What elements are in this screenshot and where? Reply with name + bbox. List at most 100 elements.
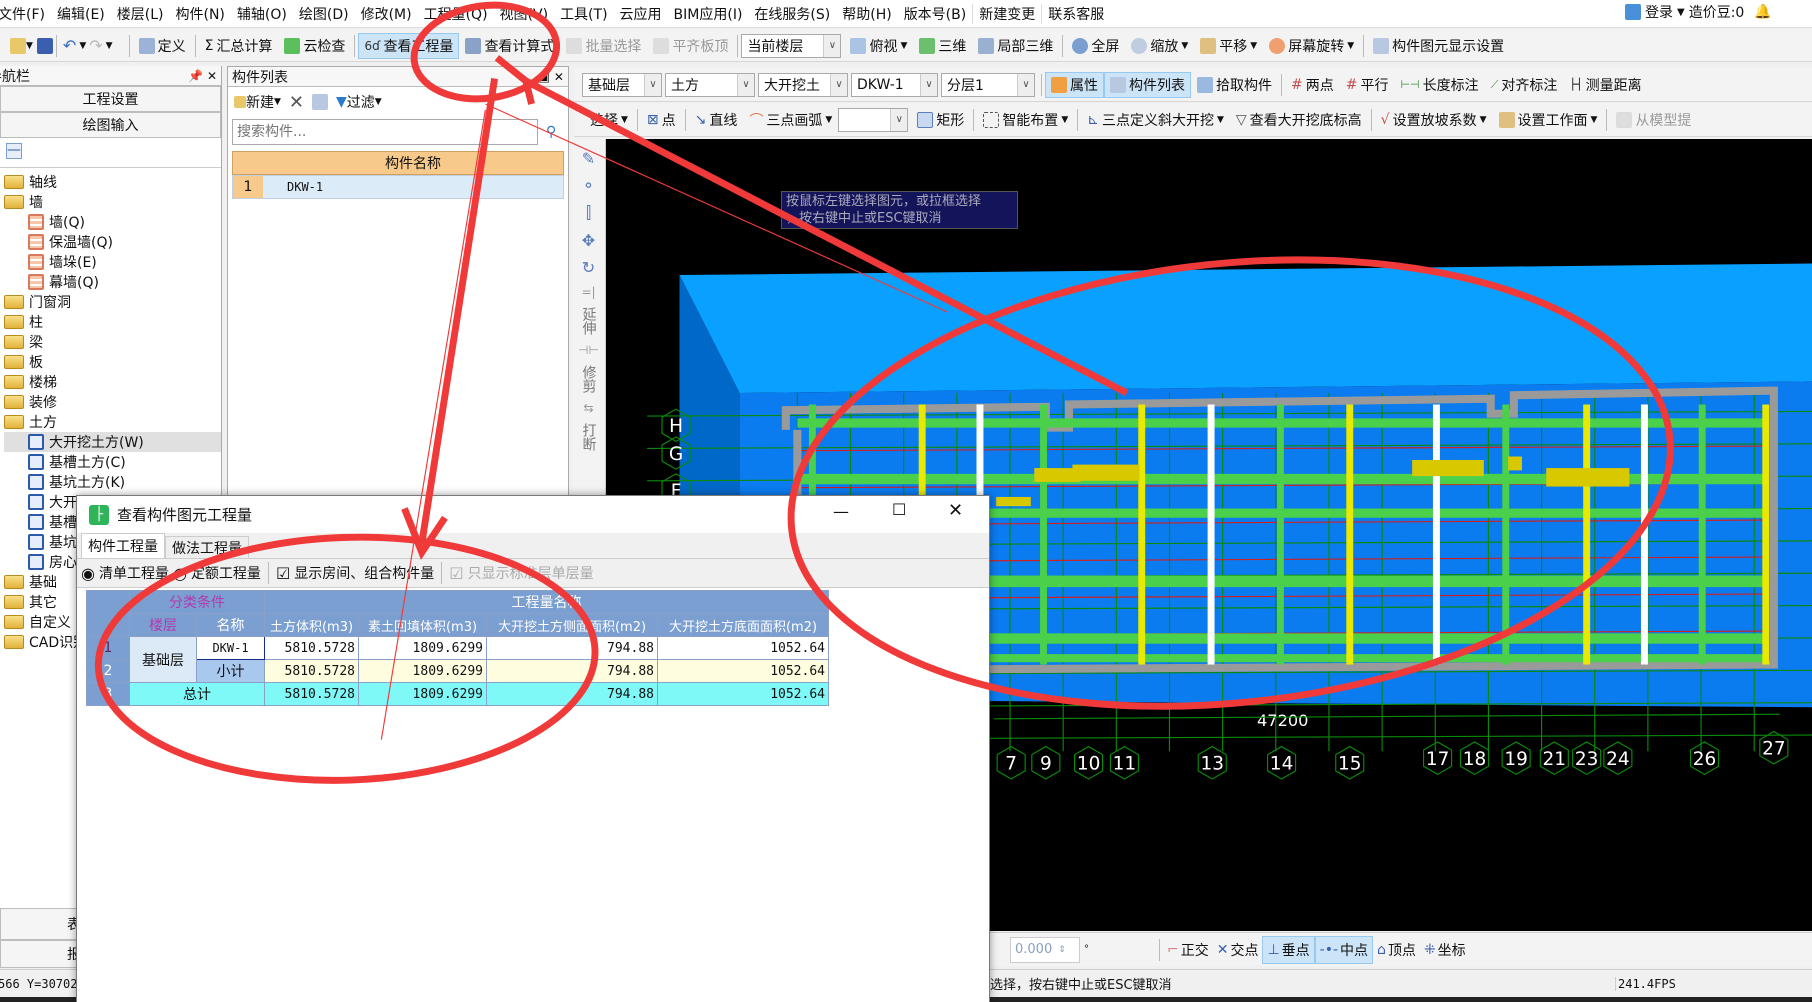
pan-button[interactable]: 平移 ▼ <box>1194 33 1263 59</box>
work-face-button[interactable]: 设置工作面 ▼ <box>1493 107 1604 133</box>
parallel-button[interactable]: # 平行 <box>1340 72 1395 98</box>
menu-item[interactable]: 版本号(B) <box>898 4 973 24</box>
filter-button[interactable]: ▼ 过滤 ▼ <box>336 92 382 112</box>
tree-item[interactable]: 轴线 <box>4 172 221 192</box>
brush-icon[interactable]: ✎ <box>582 149 595 168</box>
collapse-all-icon[interactable]: — <box>6 143 22 159</box>
table-row[interactable]: 1 基础层 DKW-1 5810.5728 1809.6299 794.88 1052.6… <box>86 636 829 683</box>
display-settings-button[interactable]: 构件图元显示设置 <box>1367 33 1510 59</box>
menu-item[interactable]: 在线服务(S) <box>748 4 836 24</box>
menu-item[interactable]: 联系客服 <box>1041 3 1110 24</box>
checkbox-std-floor[interactable]: ☑ <box>449 564 463 583</box>
coordinate-button[interactable]: ⁜ 坐标 <box>1420 936 1470 964</box>
batch-select-button[interactable]: 批量选择 <box>560 33 647 59</box>
tree-item[interactable]: 保温墙(Q) <box>4 232 221 252</box>
move-icon[interactable]: ✥ <box>582 231 595 250</box>
tab-method-quantity[interactable]: 做法工程量 <box>165 536 249 558</box>
layer-select[interactable]: 分层1 ∨ <box>941 72 1035 97</box>
close-icon[interactable]: ▣ ✕ <box>539 70 564 84</box>
vertex-button[interactable]: ⌂ 顶点 <box>1373 936 1420 964</box>
mirror-icon[interactable]: ⫿ <box>586 203 591 223</box>
view-formula-button[interactable]: 查看计算式 <box>459 33 560 59</box>
menu-item[interactable]: 修改(M) <box>355 4 418 24</box>
top-view-button[interactable]: 俯视 ▼ <box>844 33 913 59</box>
menu-item[interactable]: 工程量(Q) <box>418 4 494 24</box>
pin-icon[interactable]: 📌 ✕ <box>188 69 217 83</box>
tree-item[interactable]: 梁 <box>4 332 221 352</box>
login-link[interactable]: 登录 <box>1645 2 1673 22</box>
component-list-button[interactable]: 构件列表 <box>1104 71 1191 98</box>
partial-3d-button[interactable]: 局部三维 <box>972 33 1059 59</box>
new-component-button[interactable]: 新建 ▼ <box>234 92 281 112</box>
break-button[interactable]: 打断 <box>579 423 599 451</box>
floor-select[interactable]: 基础层 ∨ <box>582 72 662 97</box>
tree-item[interactable]: 土方 <box>4 412 221 432</box>
menu-item[interactable]: 绘图(D) <box>293 4 355 24</box>
menu-item[interactable]: 文件(F) <box>0 4 51 24</box>
project-settings-button[interactable]: 工程设置 <box>0 86 221 112</box>
close-button[interactable]: ✕ <box>948 500 963 521</box>
menu-item[interactable]: 楼层(L) <box>111 4 170 24</box>
redo-icon[interactable]: ↷ <box>89 36 102 55</box>
checkbox-show-room[interactable]: ☑ <box>276 564 290 583</box>
menu-item[interactable]: BIM应用(I) <box>668 4 749 24</box>
tree-item[interactable]: 大开挖土方(W) <box>4 432 221 452</box>
undo-icon[interactable]: ↶ <box>63 36 76 55</box>
menu-item[interactable]: 工具(T) <box>554 4 613 24</box>
smart-layout-button[interactable]: 智能布置 ▼ <box>977 107 1074 133</box>
spinner-icon[interactable]: ⇕ <box>1058 945 1066 955</box>
tree-item[interactable]: 装修 <box>4 392 221 412</box>
slope-excavation-button[interactable]: ⊾ 三点定义斜大开挖 ▼ <box>1081 107 1230 133</box>
measure-button[interactable]: ├┤ 测量距离 <box>1563 72 1647 98</box>
rotate-icon[interactable]: ↻ <box>582 258 595 277</box>
delete-icon[interactable]: ✕ <box>289 92 304 113</box>
angle-input[interactable]: 0.000 ⇕ <box>1010 936 1080 963</box>
select-button[interactable]: 选择 ▼ <box>584 107 634 133</box>
save-icon[interactable] <box>36 37 53 54</box>
bell-icon[interactable]: 🔔 <box>1754 4 1771 20</box>
table-row-subtotal[interactable]: 2 小计 5810.5728 1809.6299 794.88 1052.64 <box>86 659 829 683</box>
menu-item[interactable]: 帮助(H) <box>836 4 897 24</box>
arc-button[interactable]: ⌒ 三点画弧 ▼ <box>743 107 838 133</box>
rect-button[interactable]: 矩形 <box>911 107 970 133</box>
menu-item[interactable]: 视图(V) <box>494 4 555 24</box>
menu-item[interactable]: 云应用 <box>614 4 668 24</box>
zoom-button[interactable]: 缩放 ▼ <box>1125 33 1194 59</box>
menu-item[interactable]: 构件(N) <box>170 4 231 24</box>
component-search-input[interactable] <box>232 119 539 145</box>
menu-item[interactable]: 编辑(E) <box>51 4 111 24</box>
sum-calc-button[interactable]: Σ 汇总计算 <box>199 33 279 59</box>
extend-button[interactable]: 延伸 <box>579 307 599 335</box>
pick-component-button[interactable]: 拾取构件 <box>1191 72 1278 98</box>
view-quantity-button[interactable]: 6ɗ 查看工程量 <box>358 32 460 59</box>
trim-button[interactable]: 修剪 <box>579 365 599 393</box>
radio-list-quantity[interactable]: ◉ <box>81 564 95 583</box>
3d-button[interactable]: 三维 <box>913 33 972 59</box>
property-button[interactable]: 属性 <box>1045 71 1104 98</box>
tab-component-quantity[interactable]: 构件工程量 <box>81 533 165 558</box>
two-points-button[interactable]: # 两点 <box>1285 72 1340 98</box>
search-icon[interactable]: ⚲ <box>538 124 564 140</box>
tree-item[interactable]: 墙垛(E) <box>4 252 221 272</box>
tree-item[interactable]: 楼梯 <box>4 372 221 392</box>
fullscreen-button[interactable]: 全屏 <box>1066 33 1125 59</box>
line-button[interactable]: ↘ 直线 <box>689 107 744 133</box>
tree-item[interactable]: 门窗洞 <box>4 292 221 312</box>
define-button[interactable]: 定义 <box>133 33 192 59</box>
component-row[interactable]: 1 DKW-1 <box>232 175 564 199</box>
tree-item[interactable]: 板 <box>4 352 221 372</box>
copy-offset-icon[interactable]: ⚬ <box>582 176 595 195</box>
align-dim-button[interactable]: ⟋ 对齐标注 <box>1485 72 1564 98</box>
subtype-select[interactable]: 大开挖土 ∨ <box>758 72 848 97</box>
type-select[interactable]: 土方 ∨ <box>665 72 755 97</box>
copy-icon[interactable] <box>312 94 329 110</box>
menu-item[interactable]: 新建变更 <box>972 3 1041 24</box>
open-icon[interactable] <box>10 37 26 54</box>
minimize-button[interactable]: — <box>833 502 849 521</box>
drawing-input-button[interactable]: 绘图输入 <box>0 112 221 138</box>
floor-scope-select[interactable]: 当前楼层 ∨ <box>741 33 842 58</box>
tree-item[interactable]: 柱 <box>4 312 221 332</box>
perpendicular-button[interactable]: ⊥ 垂点 <box>1262 935 1315 964</box>
component-select[interactable]: DKW-1 ∨ <box>851 72 938 97</box>
arc-option-select[interactable]: ∨ <box>838 107 909 132</box>
